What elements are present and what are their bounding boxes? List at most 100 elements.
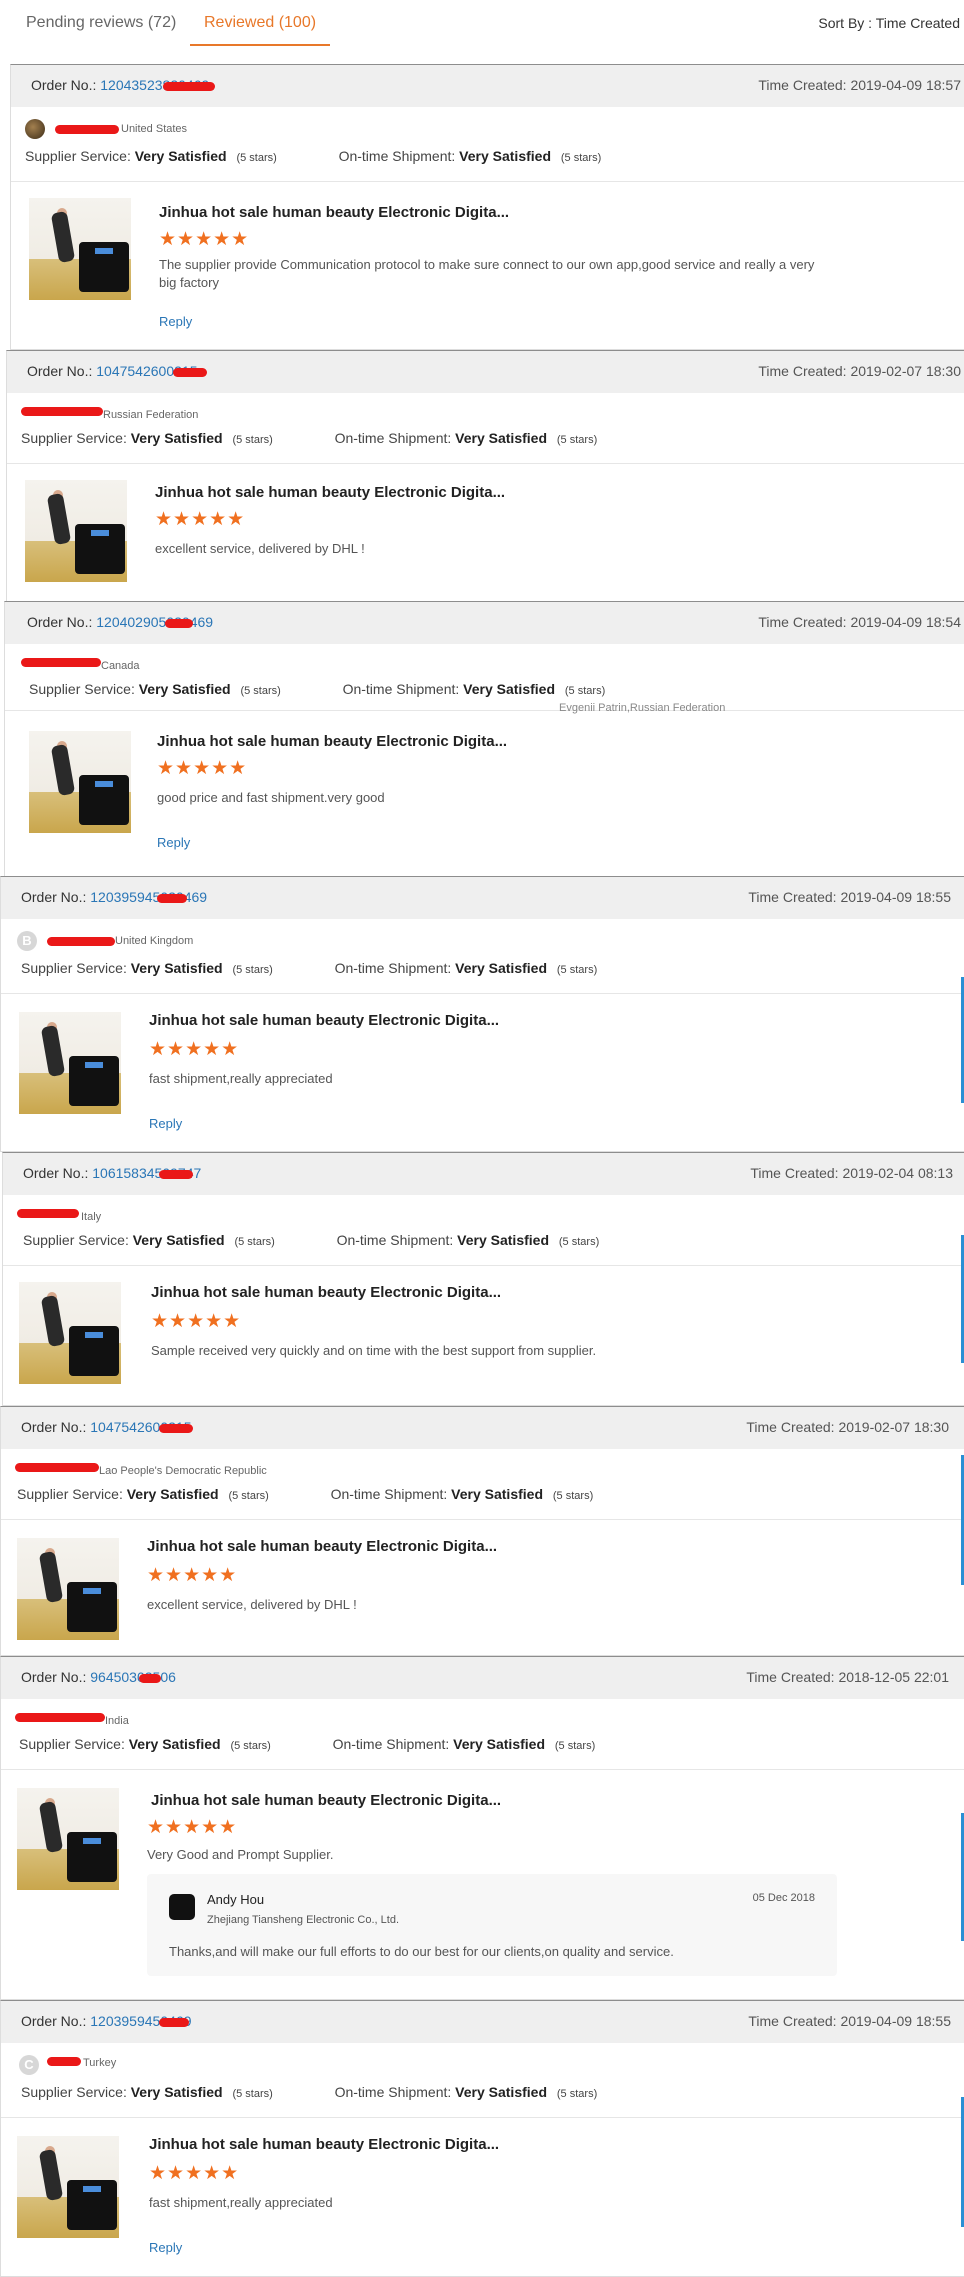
divider: [5, 710, 964, 711]
shipment-value: Very Satisfied: [455, 960, 547, 976]
time-created-value: 2019-02-07 18:30: [850, 363, 961, 379]
tab-pending-reviews[interactable]: Pending reviews (72): [12, 0, 190, 46]
shipment-stars: (5 stars): [556, 964, 598, 976]
buyer-name-redaction: [21, 407, 103, 416]
order-header: Order No.: 1047542600215 Time Created: 2…: [7, 351, 964, 393]
order-header: Order No.: 120402905020469 Time Created:…: [5, 602, 964, 644]
product-title[interactable]: Jinhua hot sale human beauty Electronic …: [151, 1284, 501, 1301]
product-title[interactable]: Jinhua hot sale human beauty Electronic …: [157, 733, 507, 750]
buyer-country: Russian Federation: [103, 409, 199, 421]
order-number-link[interactable]: 96450302506: [90, 1669, 176, 1685]
shipment-value: Very Satisfied: [453, 1736, 545, 1752]
shipment-label: On-time Shipment:: [334, 2084, 452, 2100]
time-created: Time Created: 2019-02-07 18:30: [758, 363, 961, 379]
product-title[interactable]: Jinhua hot sale human beauty Electronic …: [159, 204, 509, 221]
shipment-value: Very Satisfied: [459, 148, 551, 164]
reply-link[interactable]: Reply: [157, 835, 190, 850]
rating-stars: ★★★★★: [151, 1311, 242, 1332]
supplier-service-stars: (5 stars): [232, 964, 273, 976]
buyer-info: Italy: [3, 1203, 964, 1227]
divider: [1, 1519, 964, 1520]
shipment-stars: (5 stars): [556, 2088, 598, 2100]
product-image[interactable]: [29, 731, 131, 833]
time-created-label: Time Created:: [746, 1419, 835, 1435]
order-header: Order No.: 12043523820469 Time Created: …: [11, 65, 964, 107]
time-created-label: Time Created:: [748, 889, 837, 905]
supplier-service-label: Supplier Service:: [17, 1486, 123, 1502]
review-comment: The supplier provide Communication proto…: [159, 257, 815, 290]
order-number-start[interactable]: 1204029050: [96, 614, 174, 630]
time-created-label: Time Created:: [758, 614, 847, 630]
shipment-label: On-time Shipment:: [334, 960, 452, 976]
supplier-service-stars: (5 stars): [228, 1490, 269, 1502]
product-title[interactable]: Jinhua hot sale human beauty Electronic …: [151, 1792, 501, 1809]
time-created: Time Created: 2018-12-05 22:01: [746, 1669, 949, 1685]
review-comment: fast shipment,really appreciated: [149, 1071, 333, 1086]
product-image[interactable]: [17, 2136, 119, 2238]
shipment-value: Very Satisfied: [455, 2084, 547, 2100]
seller-reply: Andy Hou Zhejiang Tiansheng Electronic C…: [147, 1874, 837, 1976]
shipment-label: On-time Shipment:: [334, 430, 452, 446]
shipment-label: On-time Shipment:: [342, 681, 460, 697]
product-image[interactable]: [25, 480, 127, 582]
product-image[interactable]: [17, 1788, 119, 1890]
shipment-stars: (5 stars): [552, 1490, 594, 1502]
order-number-start[interactable]: 9645030: [90, 1669, 145, 1685]
order-number-link[interactable]: 120402905020469: [96, 614, 213, 630]
time-created-label: Time Created:: [750, 1165, 839, 1181]
review-comment: fast shipment,really appreciated: [149, 2195, 333, 2210]
seller-company: Zhejiang Tiansheng Electronic Co., Ltd.: [207, 1914, 400, 1926]
product-image[interactable]: [17, 1538, 119, 1640]
supplier-service-value: Very Satisfied: [138, 681, 231, 697]
product-image[interactable]: [19, 1012, 121, 1114]
shipment-stars: (5 stars): [560, 152, 602, 164]
order-number-link[interactable]: 120395945020469: [90, 889, 207, 905]
time-created-value: 2019-04-09 18:54: [850, 614, 961, 630]
supplier-service-value: Very Satisfied: [134, 148, 227, 164]
rating-stars: ★★★★★: [147, 1565, 238, 1586]
time-created-label: Time Created:: [758, 77, 847, 93]
supplier-service-label: Supplier Service:: [23, 1232, 129, 1248]
buyer-info: United States: [11, 115, 964, 139]
rating-stars: ★★★★★: [147, 1817, 238, 1838]
reply-link[interactable]: Reply: [149, 1116, 182, 1131]
reply-link[interactable]: Reply: [149, 2240, 182, 2255]
supplier-service-value: Very Satisfied: [132, 1232, 225, 1248]
product-image[interactable]: [29, 198, 131, 300]
ratings-row: Supplier Service: Very Satisfied (5 star…: [7, 427, 964, 449]
time-created: Time Created: 2019-02-07 18:30: [746, 1419, 949, 1435]
product-title[interactable]: Jinhua hot sale human beauty Electronic …: [149, 2136, 499, 2153]
review-tabs-bar: Pending reviews (72) Reviewed (100) Sort…: [0, 0, 964, 46]
divider: [1, 2117, 964, 2118]
order-card: Order No.: 12043523820469 Time Created: …: [10, 64, 964, 350]
shipment-stars: (5 stars): [558, 1236, 600, 1248]
buyer-name-redaction: [21, 658, 101, 667]
supplier-service-label: Supplier Service:: [25, 148, 131, 164]
buyer-info: B United Kingdom: [1, 927, 964, 951]
order-number-start[interactable]: 1047542600: [96, 363, 174, 379]
product-title[interactable]: Jinhua hot sale human beauty Electronic …: [149, 1012, 499, 1029]
time-created-label: Time Created:: [748, 2013, 837, 2029]
time-created-value: 2019-04-09 18:57: [850, 77, 961, 93]
ratings-row: Supplier Service: Very Satisfied (5 star…: [1, 957, 964, 979]
order-number-start[interactable]: 120435238: [100, 77, 170, 93]
tab-reviewed[interactable]: Reviewed (100): [190, 0, 331, 46]
shipment-stars: (5 stars): [554, 1740, 596, 1752]
buyer-country: Italy: [81, 1211, 102, 1223]
product-image[interactable]: [19, 1282, 121, 1384]
seller-logo: [169, 1894, 195, 1920]
order-number-label: Order No.:: [21, 1419, 87, 1435]
buyer-info: C Turkey: [1, 2051, 964, 2075]
supplier-service-value: Very Satisfied: [130, 2084, 223, 2100]
order-number-start[interactable]: 1047542600: [90, 1419, 168, 1435]
order-number-start[interactable]: 1203959450: [90, 2013, 168, 2029]
sort-by-dropdown[interactable]: Sort By : Time Created: [818, 0, 960, 46]
redaction-mark: [159, 1170, 193, 1179]
product-title[interactable]: Jinhua hot sale human beauty Electronic …: [147, 1538, 497, 1555]
shipment-label: On-time Shipment:: [338, 148, 456, 164]
order-number: Order No.: 1047542600215: [27, 363, 197, 379]
time-created: Time Created: 2019-02-04 08:13: [750, 1165, 953, 1181]
shipment-value: Very Satisfied: [463, 681, 555, 697]
reply-link[interactable]: Reply: [159, 314, 192, 329]
product-title[interactable]: Jinhua hot sale human beauty Electronic …: [155, 484, 505, 501]
